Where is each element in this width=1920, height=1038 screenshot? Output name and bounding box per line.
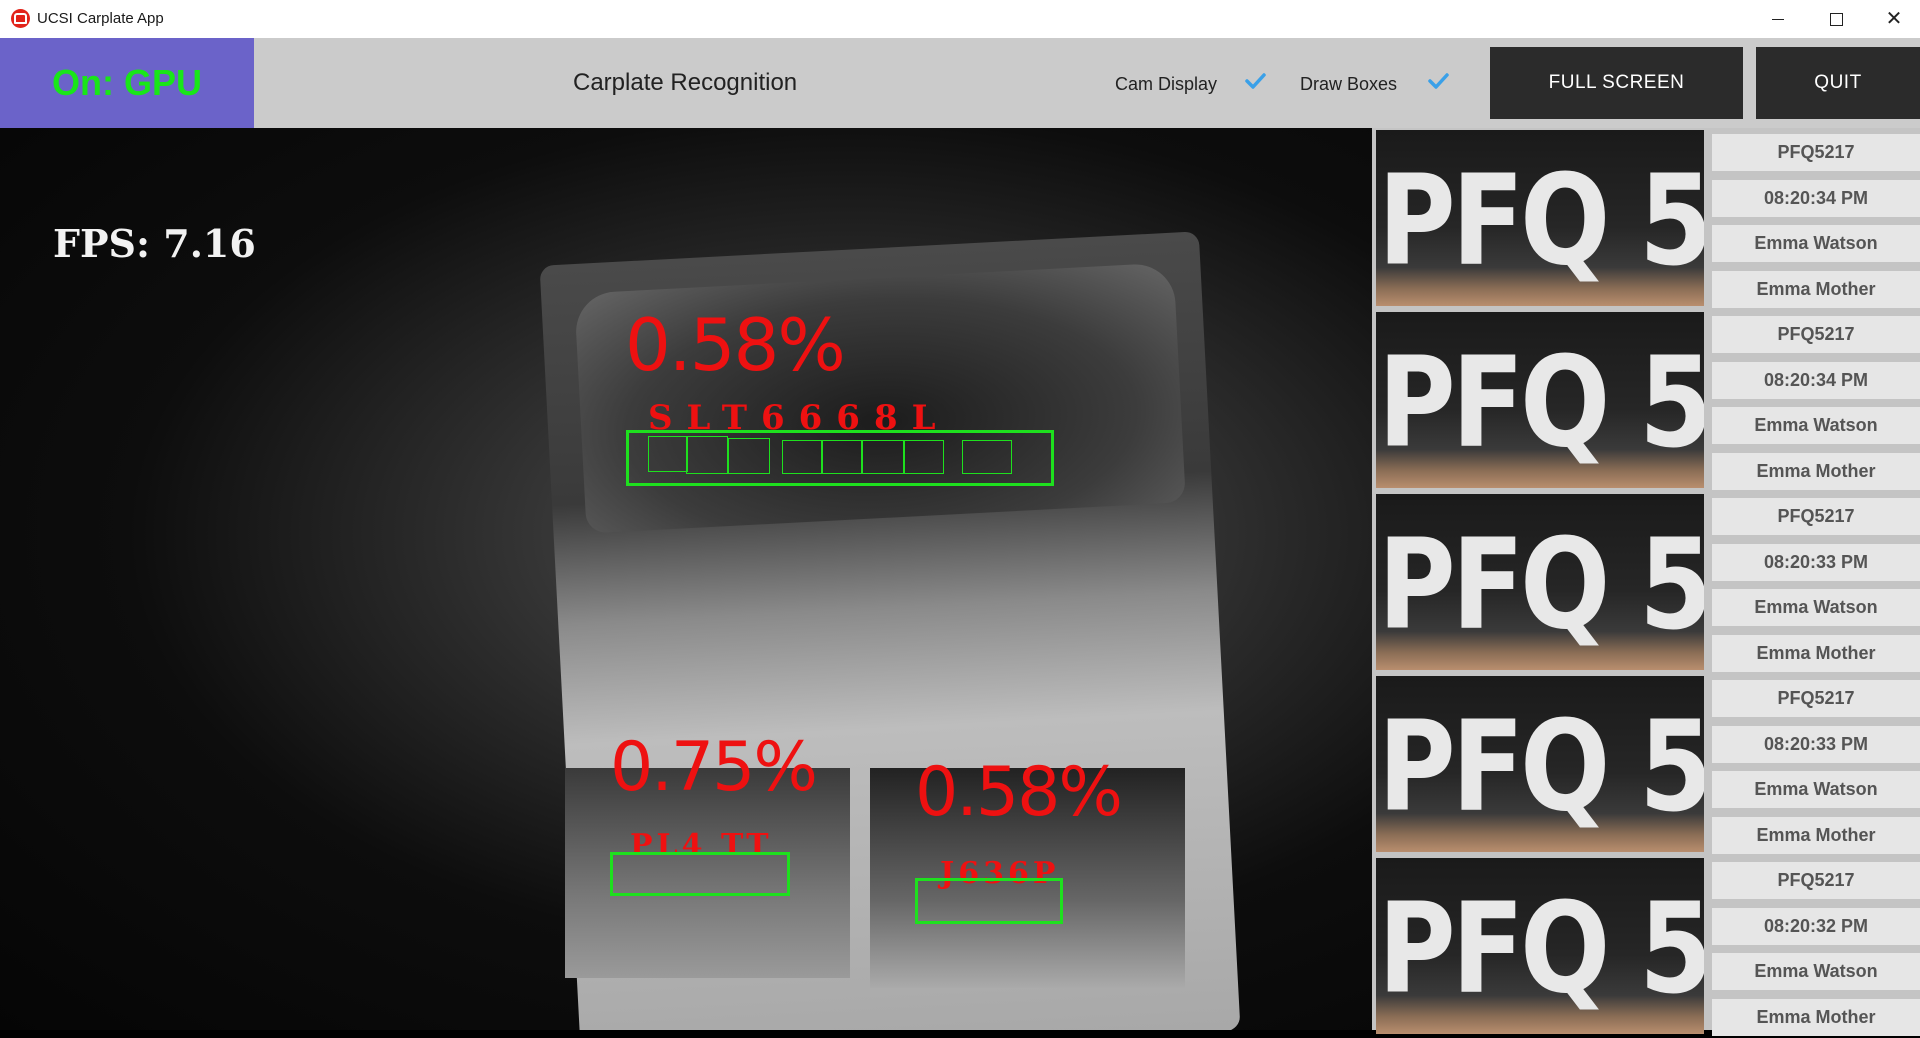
detection-time: 08:20:34 PM xyxy=(1712,362,1920,399)
owner-relation: Emma Mother xyxy=(1712,635,1920,672)
draw-boxes-checkbox[interactable] xyxy=(1427,70,1449,92)
close-button[interactable]: ✕ xyxy=(1865,0,1920,38)
history-entry: PFQ 5217 PFQ5217 08:20:33 PM Emma Watson… xyxy=(1372,492,1920,674)
draw-boxes-label: Draw Boxes xyxy=(1300,74,1398,94)
maximize-button[interactable] xyxy=(1807,0,1865,38)
plate-detection-box xyxy=(610,852,790,896)
owner-name: Emma Watson xyxy=(1712,589,1920,626)
close-icon: ✕ xyxy=(1885,8,1903,30)
detection-time: 08:20:34 PM xyxy=(1712,180,1920,217)
char-box xyxy=(962,440,1012,474)
window-title-bar: UCSI Carplate App ✕ xyxy=(0,0,1920,38)
char-box xyxy=(782,440,822,474)
owner-name: Emma Watson xyxy=(1712,225,1920,262)
checkmark-icon xyxy=(1428,73,1449,89)
owner-relation: Emma Mother xyxy=(1712,999,1920,1036)
minimize-button[interactable] xyxy=(1749,0,1807,38)
minimize-icon xyxy=(1772,18,1784,20)
plate-image: PFQ 5217 xyxy=(1376,494,1704,670)
history-entry: PFQ 5217 PFQ5217 08:20:34 PM Emma Watson… xyxy=(1372,128,1920,310)
plate-number: PFQ5217 xyxy=(1712,134,1920,171)
checkmark-icon xyxy=(1245,73,1266,89)
full-screen-button[interactable]: FULL SCREEN xyxy=(1490,47,1743,119)
detection-time: 08:20:33 PM xyxy=(1712,726,1920,763)
history-entry: PFQ 5217 PFQ5217 08:20:33 PM Emma Watson… xyxy=(1372,674,1920,856)
history-entry: PFQ 5217 PFQ5217 08:20:32 PM Emma Watson… xyxy=(1372,856,1920,1038)
detection-confidence: 0.75% xyxy=(610,728,818,807)
owner-relation: Emma Mother xyxy=(1712,453,1920,490)
maximize-icon xyxy=(1829,12,1843,26)
detection-confidence: 0.58% xyxy=(625,303,846,387)
plate-number: PFQ5217 xyxy=(1712,498,1920,535)
owner-name: Emma Watson xyxy=(1712,771,1920,808)
plate-image: PFQ 5217 xyxy=(1376,858,1704,1034)
control-bar: On: GPU Carplate Recognition Cam Display… xyxy=(0,38,1920,128)
plate-number: PFQ5217 xyxy=(1712,862,1920,899)
cam-display-checkbox[interactable] xyxy=(1244,70,1266,92)
char-box xyxy=(648,436,688,472)
fps-readout: FPS: 7.16 xyxy=(53,221,256,266)
camera-feed: FPS: 7.16 0.58% SLT6668L 0.75% PL4 TT 0.… xyxy=(0,128,1372,1030)
char-box xyxy=(822,440,862,474)
plate-image: PFQ 5217 xyxy=(1376,312,1704,488)
owner-relation: Emma Mother xyxy=(1712,271,1920,308)
char-box xyxy=(904,440,944,474)
gpu-status-badge: On: GPU xyxy=(0,38,254,128)
quit-button[interactable]: QUIT xyxy=(1756,47,1920,119)
detection-confidence: 0.58% xyxy=(915,753,1123,832)
owner-name: Emma Watson xyxy=(1712,407,1920,444)
char-box xyxy=(862,440,904,474)
cam-display-label: Cam Display xyxy=(1115,74,1218,94)
owner-name: Emma Watson xyxy=(1712,953,1920,990)
plate-image: PFQ 5217 xyxy=(1376,676,1704,852)
app-logo-icon xyxy=(11,9,30,28)
plate-number: PFQ5217 xyxy=(1712,316,1920,353)
plate-number: PFQ5217 xyxy=(1712,680,1920,717)
detection-history-panel: PFQ 5217 PFQ5217 08:20:34 PM Emma Watson… xyxy=(1372,128,1920,1036)
history-entry: PFQ 5217 PFQ5217 08:20:34 PM Emma Watson… xyxy=(1372,310,1920,492)
owner-relation: Emma Mother xyxy=(1712,817,1920,854)
plate-detection-box xyxy=(915,878,1063,924)
window-title: UCSI Carplate App xyxy=(37,10,164,27)
detection-time: 08:20:33 PM xyxy=(1712,544,1920,581)
char-box xyxy=(686,436,728,474)
plate-image: PFQ 5217 xyxy=(1376,130,1704,306)
app-heading: Carplate Recognition xyxy=(573,69,798,96)
detection-time: 08:20:32 PM xyxy=(1712,908,1920,945)
char-box xyxy=(728,438,770,474)
